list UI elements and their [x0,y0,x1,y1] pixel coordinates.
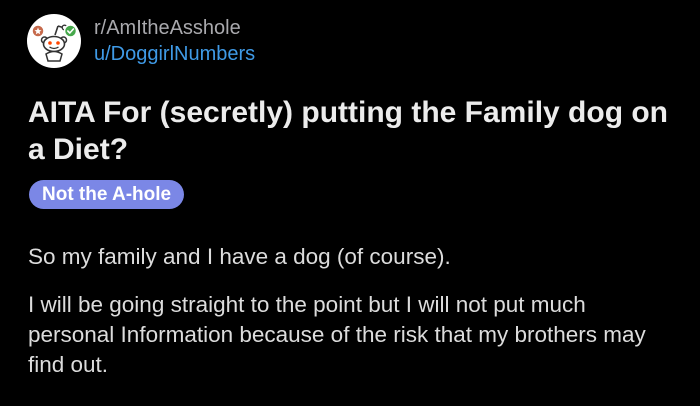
post-meta: r/AmItheAsshole u/DoggirlNumbers [94,15,255,67]
post-title[interactable]: AITA For (secretly) putting the Family d… [28,94,668,168]
post-body: So my family and I have a dog (of course… [28,242,678,398]
post-flair[interactable]: Not the A-hole [29,180,185,209]
verified-check-icon [63,24,78,38]
post-header: r/AmItheAsshole u/DoggirlNumbers [27,14,255,68]
subreddit-link[interactable]: r/AmItheAsshole [94,15,255,41]
post-paragraph: So my family and I have a dog (of course… [28,244,451,269]
post-paragraph: I will be going straight to the point bu… [28,292,646,377]
subreddit-avatar[interactable] [27,14,81,68]
author-link[interactable]: u/DoggirlNumbers [94,41,255,67]
